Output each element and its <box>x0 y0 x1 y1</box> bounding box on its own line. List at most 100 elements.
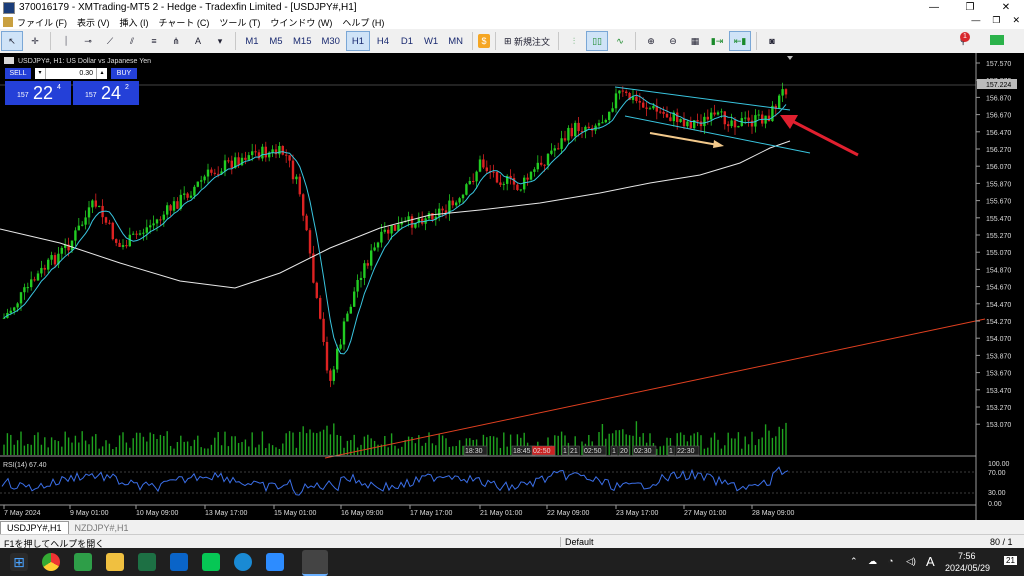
tray-network-icon[interactable]: ☁ <box>868 556 877 567</box>
screenshot-icon[interactable]: ◙ <box>762 32 782 50</box>
tray-volume-icon[interactable]: ◁) <box>906 556 916 567</box>
tf-m1[interactable]: M1 <box>241 32 263 50</box>
tab-usdjpy[interactable]: USDJPY#,H1 <box>0 521 69 534</box>
menu-view[interactable]: 表示 (V) <box>77 16 110 29</box>
price-chart[interactable]: 157.570157.070156.870156.670156.470156.2… <box>0 53 1024 520</box>
zoom-app-icon[interactable] <box>266 553 284 571</box>
tf-w1[interactable]: W1 <box>420 32 442 50</box>
buy-price-sup: 2 <box>125 84 129 91</box>
lot-decrease-icon[interactable]: ▾ <box>35 68 46 79</box>
menu-insert[interactable]: 挿入 (I) <box>120 16 149 29</box>
channel-icon[interactable]: ⫽ <box>122 32 142 50</box>
status-connection[interactable]: 80 / 1 <box>990 537 1013 547</box>
tf-h4[interactable]: H4 <box>372 32 394 50</box>
candle-chart-icon[interactable]: ▯▯ <box>586 31 609 51</box>
buy-button[interactable]: BUY <box>111 68 137 79</box>
mdi-close-button[interactable]: ✕ <box>1012 15 1020 26</box>
maximize-button[interactable]: ❐ <box>952 0 988 15</box>
trend-line-icon[interactable]: ⟋ <box>100 32 120 50</box>
clock-date[interactable]: 2024/05/29 <box>945 563 990 573</box>
edge-icon[interactable] <box>234 553 252 571</box>
candle-body <box>478 159 482 172</box>
candle-body <box>519 189 522 191</box>
price-tick-label: 156.670 <box>986 113 1011 120</box>
app-icon <box>3 1 15 14</box>
notification-badge[interactable]: 1 <box>960 32 970 42</box>
lot-size-input[interactable]: ▾ 0.30 ▴ <box>35 68 107 79</box>
chart-window-icon[interactable] <box>3 17 13 27</box>
bar-time-label: 1 <box>563 448 567 455</box>
rsi-label: RSI(14) 67.40 <box>3 462 47 469</box>
sell-price-box[interactable]: 157 22 4 <box>5 81 71 105</box>
menu-file[interactable]: ファイル (F) <box>17 16 67 29</box>
crosshair-icon[interactable]: ✛ <box>25 32 45 50</box>
auto-scroll-icon[interactable]: ▮⇥ <box>707 32 727 50</box>
lot-increase-icon[interactable]: ▴ <box>96 68 107 79</box>
status-profile[interactable]: Default <box>560 537 635 547</box>
candle-body <box>196 181 199 187</box>
notification-center[interactable]: 21 <box>1004 556 1017 565</box>
menu-help[interactable]: ヘルプ (H) <box>342 16 384 29</box>
grid-icon[interactable]: ▦ <box>685 32 705 50</box>
candle-body <box>363 263 366 278</box>
fibonacci-icon[interactable]: ≡ <box>144 32 164 50</box>
minimize-button[interactable]: — <box>916 0 952 15</box>
tf-d1[interactable]: D1 <box>396 32 418 50</box>
clock-time[interactable]: 7:56 <box>958 551 976 561</box>
candle-body <box>366 263 369 266</box>
zoom-out-icon[interactable]: ⊖ <box>663 32 683 50</box>
text-tool-icon[interactable]: A <box>188 32 208 50</box>
candle-body <box>70 240 74 251</box>
horizontal-line-icon[interactable]: ⊸ <box>78 32 98 50</box>
mt5-taskbar-icon[interactable] <box>302 550 328 576</box>
chrome-icon[interactable] <box>42 553 60 571</box>
sell-button[interactable]: SELL <box>5 68 31 79</box>
candle-body <box>166 205 169 215</box>
vertical-line-icon[interactable]: ⏐ <box>56 32 76 50</box>
bar-chart-icon[interactable]: ⫶ <box>564 32 584 50</box>
candle-body <box>176 201 179 209</box>
zoom-in-icon[interactable]: ⊕ <box>641 32 661 50</box>
candle-body <box>118 242 121 247</box>
mdi-minimize-button[interactable]: — <box>971 15 980 26</box>
algo-trading-icon[interactable]: $ <box>478 34 490 48</box>
menu-chart[interactable]: チャート (C) <box>159 16 210 29</box>
candle-body <box>172 201 176 211</box>
shapes-dropdown-icon[interactable]: ▾ <box>210 32 230 50</box>
windows-start-icon[interactable]: ⊞ <box>10 553 28 571</box>
pitchfork-icon[interactable]: ⋔ <box>166 32 186 50</box>
new-order-button[interactable]: ⊞ 新規注文 <box>501 32 553 50</box>
menu-window[interactable]: ウインドウ (W) <box>270 16 332 29</box>
tray-chevron-icon[interactable]: ⌃ <box>850 556 858 567</box>
ime-indicator[interactable]: A <box>926 554 935 569</box>
candle-body <box>322 318 325 342</box>
file-explorer-icon[interactable] <box>106 553 124 571</box>
line-chart-icon[interactable]: ∿ <box>610 32 630 50</box>
candle-body <box>638 101 641 103</box>
excel-icon[interactable] <box>138 553 156 571</box>
outlook-icon[interactable] <box>170 553 188 571</box>
tf-m15[interactable]: M15 <box>289 32 315 50</box>
cursor-icon[interactable]: ↖ <box>1 31 23 51</box>
candle-body <box>325 341 329 371</box>
tf-m5[interactable]: M5 <box>265 32 287 50</box>
candle-body <box>516 184 519 190</box>
line-icon[interactable] <box>202 553 220 571</box>
chart-area[interactable]: 157.570157.070156.870156.670156.470156.2… <box>0 53 1024 520</box>
tf-mn[interactable]: MN <box>444 32 467 50</box>
mdi-restore-button[interactable]: ❐ <box>992 15 1000 26</box>
menu-tools[interactable]: ツール (T) <box>219 16 260 29</box>
candle-body <box>302 194 305 216</box>
buy-price-box[interactable]: 157 24 2 <box>73 81 139 105</box>
price-tick-label: 154.270 <box>986 319 1011 326</box>
tab-nzdjpy[interactable]: NZDJPY#,H1 <box>69 522 135 534</box>
time-tick-label: 17 May 17:00 <box>410 510 453 517</box>
price-tick-label: 153.070 <box>986 422 1011 429</box>
candle-body <box>767 115 771 122</box>
tf-h1[interactable]: H1 <box>345 31 370 51</box>
whatsapp-w-icon[interactable] <box>74 553 92 571</box>
tf-m30[interactable]: M30 <box>317 32 343 50</box>
close-button[interactable]: ✕ <box>988 0 1024 15</box>
tray-wifi-icon[interactable]: ◔ <box>888 556 893 566</box>
chart-shift-icon[interactable]: ⇤▮ <box>729 31 752 51</box>
